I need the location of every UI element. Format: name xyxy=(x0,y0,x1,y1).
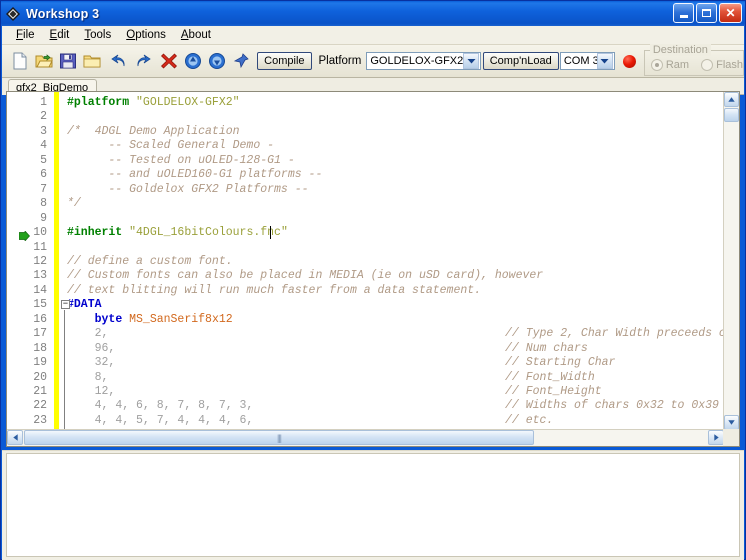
minimize-icon xyxy=(679,14,688,18)
code-token-num: 32, xyxy=(94,356,116,370)
code-token-num: 4, 4, 5, 7, 4, 4, 4, 6, xyxy=(94,413,254,427)
maximize-button[interactable] xyxy=(696,3,717,23)
code-token-pre: #platform xyxy=(67,96,137,109)
code-token-str: "GOLDELOX-GFX2" xyxy=(136,96,240,109)
code-token-cmt: -- Goldelox GFX2 Platforms -- xyxy=(67,182,309,196)
code-token-cmt: // define a custom font. xyxy=(67,254,233,268)
compnload-button[interactable]: Comp'nLoad xyxy=(482,52,559,70)
code-token-pre: #inherit xyxy=(67,226,130,240)
scroll-right-button[interactable] xyxy=(708,430,724,445)
code-token-cmt: -- and uOLED160-G1 platforms -- xyxy=(67,168,323,182)
code-token-cmt: -- Tested on uOLED-128-G1 - xyxy=(67,153,295,167)
fold-collapse-box[interactable]: − xyxy=(61,300,70,310)
code-token-num: 2, xyxy=(94,327,109,341)
scroll-thumb-grip: ||| xyxy=(276,432,282,443)
radio-flash-label: Flash xyxy=(716,58,743,71)
code-token-cmt: // Custom fonts can also be placed in ME… xyxy=(67,269,544,283)
scroll-up-button[interactable] xyxy=(724,92,739,107)
code-token-data: #DATA xyxy=(67,298,102,312)
compile-button[interactable]: Compile xyxy=(257,52,312,70)
window-controls: ✕ xyxy=(673,3,742,23)
menu-item-options[interactable]: Options xyxy=(119,27,174,43)
radio-ram-label: Ram xyxy=(665,58,690,71)
menu-item-tools[interactable]: Tools xyxy=(77,27,119,43)
application-window: Workshop 3 ✕ File Edit Tools Options Abo… xyxy=(0,0,746,560)
redo-icon[interactable] xyxy=(132,50,154,72)
toolbar: Compile Platform GOLDELOX-GFX2 Comp'nLoa… xyxy=(2,43,744,78)
lower-client-area xyxy=(2,450,744,560)
bookmark-marker-icon[interactable] xyxy=(18,228,30,242)
next-circle-icon[interactable] xyxy=(206,50,228,72)
edit-toolbar-group xyxy=(107,50,155,72)
title-bar[interactable]: Workshop 3 ✕ xyxy=(1,1,745,26)
pin-icon[interactable] xyxy=(230,50,252,72)
window-title: Workshop 3 xyxy=(26,6,100,21)
open-file-icon[interactable] xyxy=(33,50,55,72)
code-token-cmt: */ xyxy=(67,197,81,211)
chevron-down-icon[interactable] xyxy=(463,53,480,69)
code-token-num: 8, xyxy=(94,370,109,384)
undo-icon[interactable] xyxy=(108,50,130,72)
scroll-left-button[interactable] xyxy=(7,430,23,445)
app-diamond-icon xyxy=(5,6,21,22)
code-token-cmt: /* 4DGL Demo Application xyxy=(67,124,240,138)
text-caret xyxy=(270,226,272,240)
new-file-icon[interactable] xyxy=(9,50,31,72)
menu-item-edit[interactable]: Edit xyxy=(43,27,78,43)
folder-icon[interactable] xyxy=(81,50,103,72)
port-value: COM 3 xyxy=(563,55,597,67)
platform-value: GOLDELOX-GFX2 xyxy=(370,55,464,67)
radio-flash[interactable] xyxy=(701,58,714,71)
platform-label: Platform xyxy=(318,55,362,67)
code-token-cmt: // text blitting will run much faster fr… xyxy=(67,283,482,297)
editor-vertical-scrollbar[interactable] xyxy=(723,92,739,430)
code-token-num: 4, 4, 6, 8, 7, 8, 7, 3, xyxy=(94,399,254,413)
code-token-kw: byte xyxy=(94,312,123,326)
prev-circle-icon[interactable] xyxy=(182,50,204,72)
close-button[interactable]: ✕ xyxy=(719,3,742,23)
destination-groupbox: Destination Ram Flash xyxy=(643,43,744,76)
platform-combobox[interactable]: GOLDELOX-GFX2 xyxy=(366,52,482,70)
editor-horizontal-scrollbar[interactable]: ||| xyxy=(7,429,724,446)
maximize-icon xyxy=(702,9,711,17)
close-icon: ✕ xyxy=(725,6,736,20)
menu-bar: File Edit Tools Options About xyxy=(2,26,744,45)
scroll-thumb-vertical[interactable] xyxy=(724,108,739,122)
save-file-icon[interactable] xyxy=(57,50,79,72)
code-editor-viewport[interactable]: 1 #platform "GOLDELOX-GFX2" 2 3/* 4DGL Demo… xyxy=(7,92,724,430)
code-editor-panel: 1 #platform "GOLDELOX-GFX2" 2 3/* 4DGL Demo… xyxy=(6,91,740,447)
code-token-num: 12, xyxy=(94,385,116,398)
port-combobox[interactable]: COM 3 xyxy=(559,52,615,70)
scroll-thumb-horizontal[interactable]: ||| xyxy=(24,430,534,445)
output-panel[interactable] xyxy=(6,453,740,557)
radio-ram[interactable] xyxy=(650,58,663,71)
status-led xyxy=(622,54,636,68)
code-token-str: "4DGL_16bitColours.fnc" xyxy=(129,226,288,240)
menu-item-file[interactable]: File xyxy=(9,27,43,43)
code-text-layer[interactable]: 1 #platform "GOLDELOX-GFX2" 2 3/* 4DGL Demo… xyxy=(7,92,724,430)
minimize-button[interactable] xyxy=(673,3,694,23)
file-toolbar-group xyxy=(8,50,104,72)
destination-legend: Destination xyxy=(649,43,711,56)
scroll-down-button[interactable] xyxy=(724,415,739,430)
menu-item-about[interactable]: About xyxy=(174,27,219,43)
scrollbar-corner xyxy=(723,429,739,446)
chevron-down-icon[interactable] xyxy=(596,53,613,69)
cancel-icon[interactable] xyxy=(158,50,180,72)
action-toolbar-group xyxy=(157,50,253,72)
code-token-cmt: -- Scaled General Demo - xyxy=(67,139,275,153)
code-token-ident: MS_SanSerif8x12 xyxy=(129,312,233,326)
code-token-num: 96, xyxy=(94,341,116,355)
